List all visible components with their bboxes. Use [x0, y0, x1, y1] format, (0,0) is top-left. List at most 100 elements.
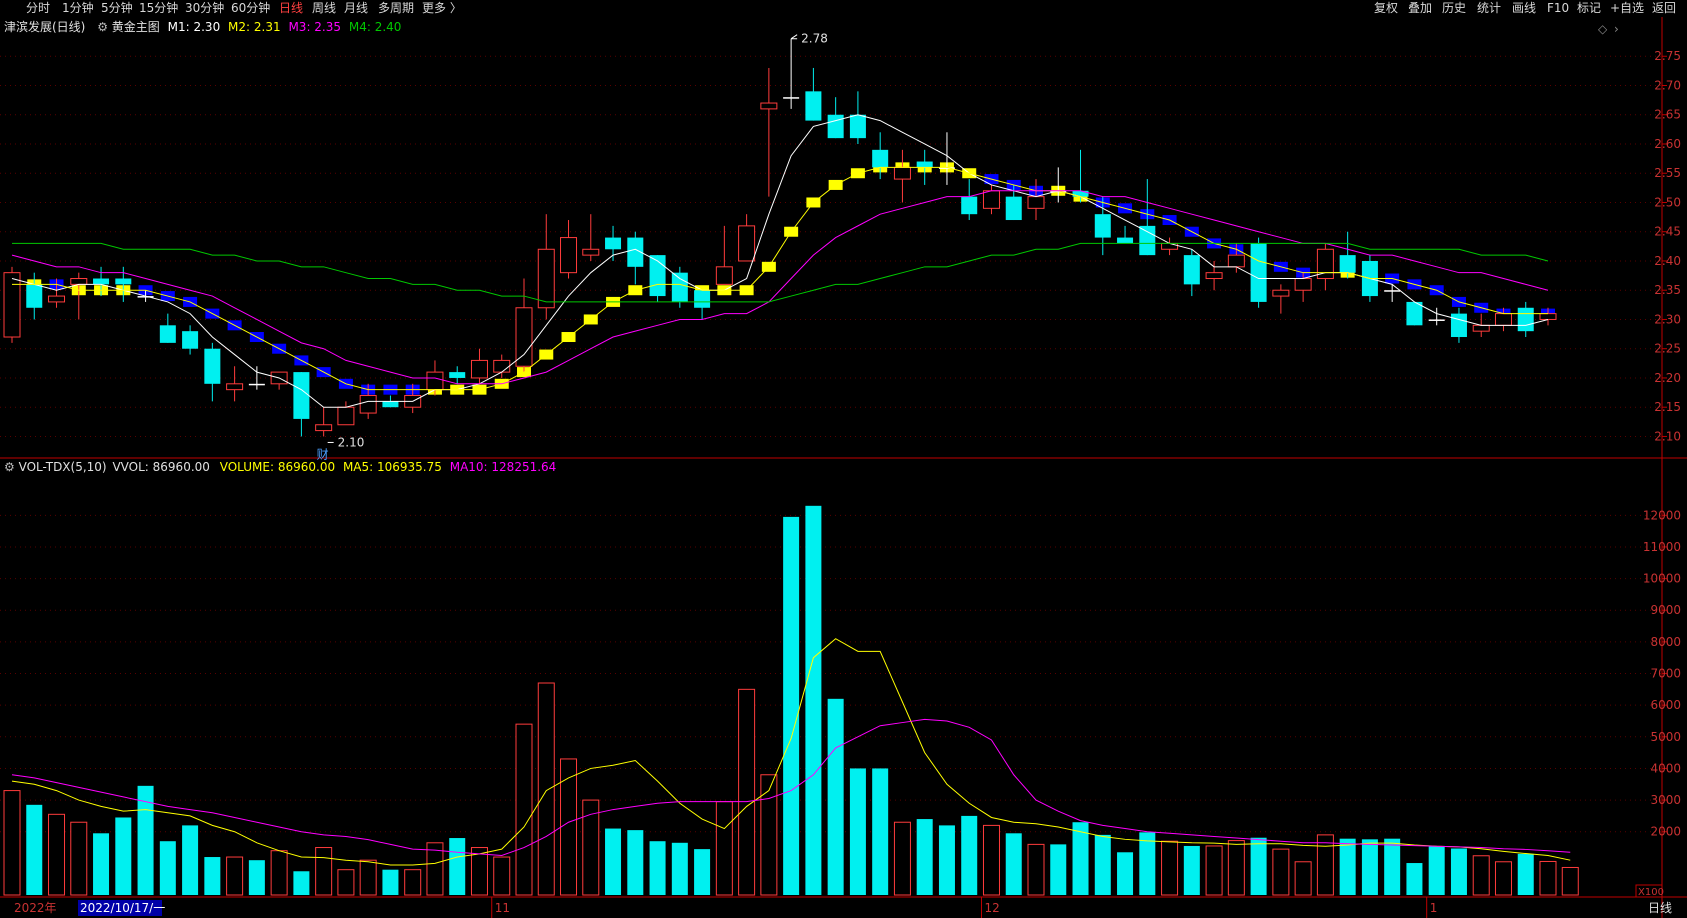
period-tab-fenshi[interactable]: 分时	[26, 0, 50, 16]
period-tab-15min[interactable]: 15分钟	[139, 0, 178, 16]
stock-name: 津滨发展(日线)	[4, 20, 86, 34]
volume-bar	[1227, 840, 1245, 896]
candle-body	[3, 272, 21, 338]
volume-bar	[1517, 853, 1534, 895]
candle-body	[1406, 301, 1423, 326]
volume-bar	[515, 723, 533, 896]
cursor-date-label: 2022/10/17/一	[80, 901, 165, 915]
legend-m4: M4: 2.40	[348, 20, 402, 34]
price-tick-label: 2.55	[1654, 166, 1681, 180]
candle-body	[1072, 190, 1089, 197]
candle-body	[1117, 237, 1134, 244]
volume-indicator-name[interactable]: VOL-TDX(5,10)	[19, 460, 107, 474]
volume-bar	[649, 841, 666, 895]
candle-body	[1094, 214, 1111, 238]
high-marker-arrow	[790, 34, 798, 40]
candle-body	[605, 237, 622, 250]
volume-bar	[1384, 838, 1401, 895]
volume-bar	[961, 815, 978, 895]
candle-body	[537, 248, 555, 309]
candle-body	[204, 348, 221, 384]
tool-mark-button[interactable]: 标记	[1577, 0, 1601, 16]
tool-back-button[interactable]: 返回	[1652, 0, 1676, 16]
volume-bar	[783, 516, 800, 895]
volume-settings-icon[interactable]: ⚙	[4, 460, 15, 474]
volume-bar	[226, 856, 244, 896]
volume-bar	[671, 842, 688, 895]
period-tab-daily[interactable]: 日线	[279, 0, 303, 16]
candle-body	[1428, 319, 1445, 321]
volume-bar	[137, 785, 154, 895]
period-tab-5min[interactable]: 5分钟	[101, 0, 133, 16]
volume-bar	[916, 819, 933, 895]
candle-body	[1205, 272, 1223, 280]
period-tab-1min[interactable]: 1分钟	[62, 0, 94, 16]
price-tick-label: 2.15	[1654, 400, 1681, 414]
volume-tick-label: 11000	[1643, 540, 1681, 554]
ma-line-m3	[11, 190, 1549, 385]
volume-bar	[1472, 855, 1490, 896]
legend-m1: M1: 2.30	[167, 20, 221, 34]
collapse-icon[interactable]: ›	[1614, 22, 1619, 36]
candle-body	[694, 290, 711, 308]
volume-bar	[1205, 845, 1223, 896]
period-tab-monthly[interactable]: 月线	[344, 0, 368, 16]
tool-draw-button[interactable]: 画线	[1512, 0, 1536, 16]
volume-bar	[1272, 848, 1290, 896]
volume-bar	[70, 821, 88, 896]
candle-body	[93, 278, 110, 285]
indicator-name[interactable]: 黄金主图	[112, 20, 160, 34]
candle-body	[115, 278, 132, 285]
candle-body	[1384, 290, 1401, 292]
volume-tick-label: 9000	[1650, 603, 1681, 617]
volume-unit-label: X100	[1638, 887, 1664, 898]
volume-tick-label: 3000	[1650, 793, 1681, 807]
volume-bar	[204, 857, 221, 895]
volume-bar	[938, 825, 955, 895]
period-label: 日线	[1648, 901, 1672, 915]
candle-body	[893, 166, 911, 180]
volume-bar	[627, 830, 644, 895]
period-tab-more[interactable]: 更多 〉	[422, 0, 462, 16]
volume-bar	[1339, 838, 1356, 895]
candle-body	[872, 149, 889, 168]
tool-fuquan-button[interactable]: 复权	[1374, 0, 1398, 16]
volume-bar	[738, 688, 756, 896]
period-tab-30min[interactable]: 30分钟	[185, 0, 224, 16]
candle-body	[515, 307, 533, 367]
candle-body	[493, 359, 511, 373]
candle-body	[315, 424, 333, 432]
volume-bar	[560, 758, 578, 896]
tool-history-button[interactable]: 历史	[1442, 0, 1466, 16]
volume-bar	[337, 869, 355, 896]
candle-body	[805, 91, 822, 121]
tool-f10-button[interactable]: F10	[1547, 0, 1569, 16]
period-tab-weekly[interactable]: 周线	[312, 0, 336, 16]
candle-body	[715, 266, 733, 285]
candle-body	[1139, 225, 1156, 256]
volume-tick-label: 12000	[1643, 508, 1681, 522]
volume-bar	[1161, 840, 1179, 896]
volume-bar	[493, 856, 511, 896]
candle-body	[1294, 278, 1312, 291]
period-tab-60min[interactable]: 60分钟	[231, 0, 270, 16]
candle-body	[827, 114, 844, 139]
volume-bar	[182, 825, 199, 895]
candle-body	[1339, 255, 1356, 273]
volume-bar	[1406, 863, 1423, 895]
tool-stats-button[interactable]: 统计	[1477, 0, 1501, 16]
legend-gear-icon[interactable]: ⚙	[97, 20, 108, 34]
period-tab-multi[interactable]: 多周期	[378, 0, 414, 16]
price-tick-label: 2.75	[1654, 49, 1681, 63]
volume-bar	[270, 850, 288, 896]
volume-bar	[1117, 852, 1134, 895]
volume-bar	[1050, 844, 1067, 895]
volume-bar	[1294, 861, 1312, 896]
main-legend: 津滨发展(日线) ⚙ 黄金主图 M1: 2.30 M2: 2.31 M3: 2.…	[4, 20, 401, 34]
tool-overlay-button[interactable]: 叠加	[1408, 0, 1432, 16]
price-tick-label: 2.50	[1654, 195, 1681, 209]
candle-body	[1539, 313, 1557, 320]
tool-add-watch-button[interactable]: +自选	[1610, 0, 1644, 16]
candle-body	[337, 406, 355, 426]
settings-icon[interactable]: ◇	[1598, 22, 1608, 36]
